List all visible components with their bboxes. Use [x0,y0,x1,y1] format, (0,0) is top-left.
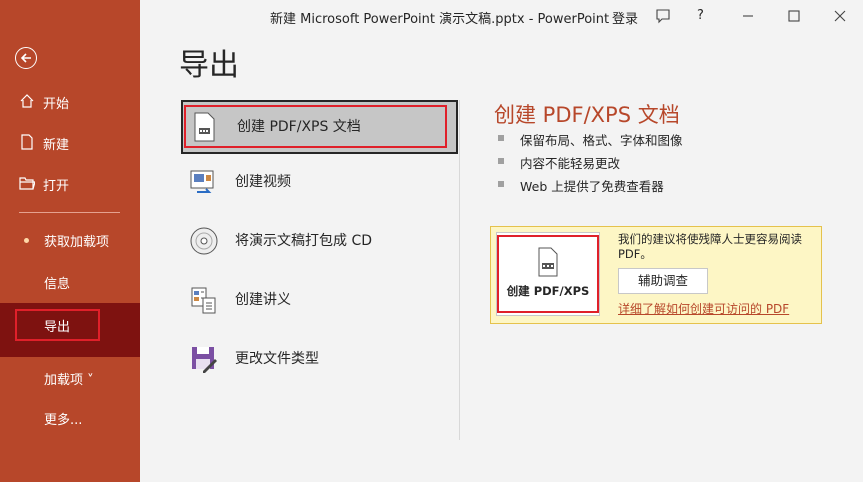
option-change-file-type[interactable]: 更改文件类型 [181,332,458,386]
title-bar: 新建 Microsoft PowerPoint 演示文稿.pptx - Powe… [140,0,863,32]
nav-addins[interactable]: 加载项 ˅ [0,358,140,398]
accessible-pdf-link[interactable]: 详细了解如何创建可访问的 PDF [618,300,789,317]
bullet-marker [498,158,504,164]
window-title: 新建 Microsoft PowerPoint 演示文稿.pptx - Powe… [270,12,610,27]
cd-icon [190,227,218,255]
home-icon [20,94,34,108]
bullet-text: 内容不能轻易更改 [520,156,621,171]
new-document-icon [21,134,33,150]
nav-open[interactable]: 打开 [0,164,140,204]
nav-label: 打开 [43,179,70,194]
open-folder-icon [19,177,35,190]
feedback-icon[interactable] [655,8,671,24]
option-create-handouts[interactable]: 创建讲义 [181,273,458,327]
option-create-video[interactable]: 创建视频 [181,155,458,209]
minimize-icon[interactable] [740,8,756,24]
option-label: 将演示文稿打包成 CD [235,233,373,249]
assist-survey-button[interactable]: 辅助调查 [618,268,708,294]
nav-label: 信息 [44,277,71,292]
highlight-box [497,235,599,313]
nav-label: 加载项 ˅ [44,373,94,388]
detail-heading: 创建 PDF/XPS 文档 [494,103,680,127]
nav-more[interactable]: 更多... [0,398,140,438]
bullet-text: 保留布局、格式、字体和图像 [520,133,683,148]
bullet-marker [498,135,504,141]
bullet-marker [498,181,504,187]
sidebar-divider [19,212,120,213]
nav-new[interactable]: 新建 [0,123,140,163]
save-as-icon [192,347,217,373]
nav-get-addins[interactable]: 获取加载项 [0,220,140,260]
nav-label: 更多... [44,413,83,428]
help-button[interactable]: ? [697,8,713,24]
option-package-cd[interactable]: 将演示文稿打包成 CD [181,214,458,268]
nav-info[interactable]: 信息 [0,262,140,302]
backstage-sidebar: 开始 新建 打开 获取加载项 信息 导出 加载项 ˅ 更多... [0,0,140,482]
accessibility-info-panel: 创建 PDF/XPS 我们的建议将使残障人士更容易阅读 PDF。 辅助调查 详细… [490,226,822,324]
highlight-box [15,309,100,341]
option-label: 创建视频 [235,174,291,190]
nav-label: 开始 [43,97,70,112]
nav-label: 新建 [43,138,70,153]
maximize-icon[interactable] [786,8,802,24]
back-arrow-icon[interactable] [15,47,37,69]
bullet-text: Web 上提供了免费查看器 [520,179,664,194]
option-label: 创建讲义 [235,292,291,308]
handouts-icon [191,287,216,314]
close-icon[interactable] [832,8,848,24]
video-icon [190,170,214,193]
option-label: 更改文件类型 [235,351,319,367]
vertical-divider [459,100,460,440]
accessibility-note: 我们的建议将使残障人士更容易阅读 PDF。 [618,232,802,261]
login-button[interactable]: 登录 [612,8,638,27]
nav-label: 获取加载项 [44,235,110,250]
highlight-box [184,105,447,148]
nav-home[interactable]: 开始 [0,82,140,122]
page-title: 导出 [179,48,239,83]
bullet-dot [24,238,29,243]
